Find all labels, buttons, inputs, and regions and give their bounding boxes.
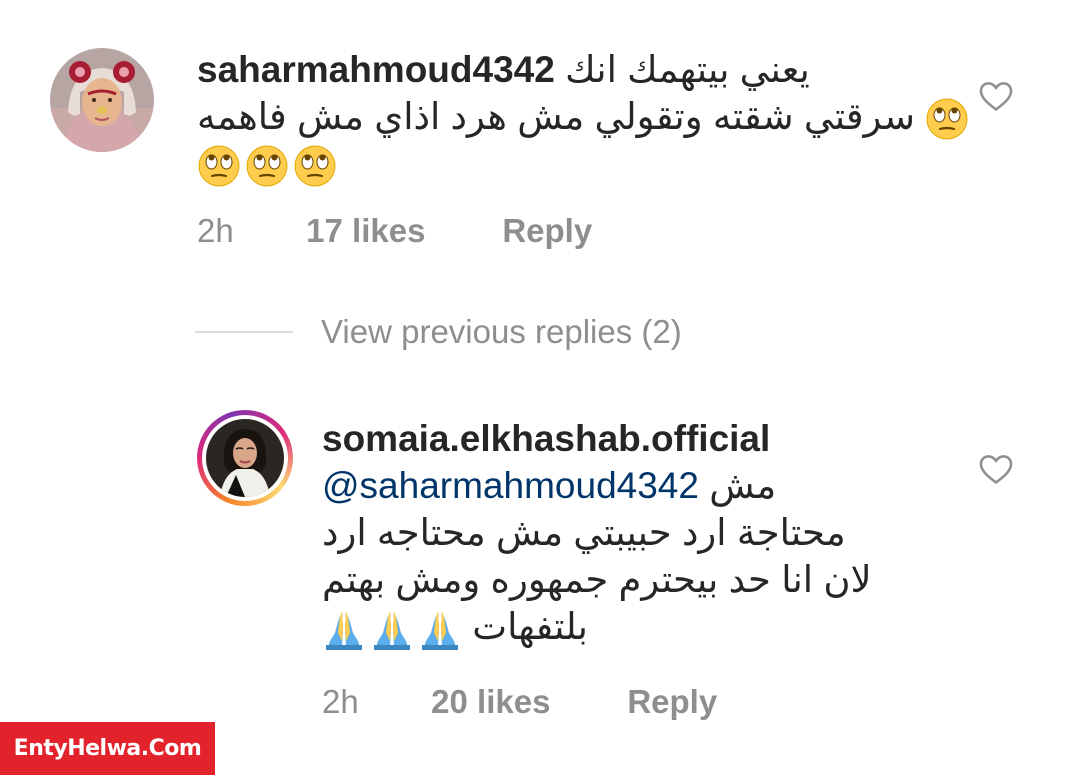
watermark-logo: EntyHelwa.Com (0, 722, 215, 775)
view-previous-replies-button[interactable]: View previous replies (2) (195, 312, 682, 352)
folded-hands-icon (326, 611, 362, 651)
avatar-story-ring[interactable] (197, 410, 293, 506)
mention-link[interactable]: @saharmahmoud4342 (322, 465, 699, 506)
folded-hands-icon (374, 611, 410, 651)
comment-time: 2h (322, 683, 359, 720)
view-previous-replies-label: View previous replies (2) (321, 313, 682, 350)
watermark-text: EntyHelwa.Com (13, 736, 202, 761)
heart-icon[interactable] (977, 450, 1015, 488)
face-with-rolling-eyes-icon (926, 98, 969, 141)
face-with-rolling-eyes-icon (293, 145, 337, 188)
comment-text: saharmahmoud4342 يعني بيتهمك انك سرقتي ش… (197, 46, 969, 188)
comment-text: somaia.elkhashab.official @saharmahmoud4… (322, 415, 942, 651)
likes-count[interactable]: 20 likes (431, 683, 618, 721)
emoji-group (197, 144, 337, 188)
comment-meta: 2h 20 likes Reply (322, 683, 717, 721)
reply-button[interactable]: Reply (502, 212, 592, 250)
comment-username[interactable]: somaia.elkhashab.official (322, 418, 770, 459)
avatar[interactable] (50, 48, 154, 152)
heart-icon[interactable] (977, 77, 1015, 115)
comment-text-line: محتاجة ارد حبيبتي مش محتاجه ارد (322, 512, 846, 553)
comment-meta: 2h 17 likes Reply (197, 212, 592, 250)
comment-username[interactable]: saharmahmoud4342 (197, 49, 555, 90)
face-with-rolling-eyes-icon (197, 145, 241, 188)
comment-text-line: سرقتي شقته وتقولي مش هرد اذاي مش فاهمه (197, 96, 915, 137)
comment-text-line: لان انا حد بيحترم جمهوره ومش بهتم (322, 559, 872, 600)
avatar-photo (50, 48, 154, 152)
avatar-photo (206, 419, 284, 497)
comment-time: 2h (197, 212, 234, 249)
comment-text-line: مش (709, 465, 777, 506)
reply-button[interactable]: Reply (627, 683, 717, 721)
emoji-group (322, 607, 462, 651)
comment-text-line: يعني بيتهمك انك (565, 49, 810, 90)
likes-count[interactable]: 17 likes (306, 212, 493, 250)
divider (195, 331, 293, 333)
avatar (206, 419, 284, 497)
comment-text-line: بلتفهات (472, 606, 588, 647)
folded-hands-icon (422, 611, 458, 651)
face-with-rolling-eyes-icon (245, 145, 289, 188)
